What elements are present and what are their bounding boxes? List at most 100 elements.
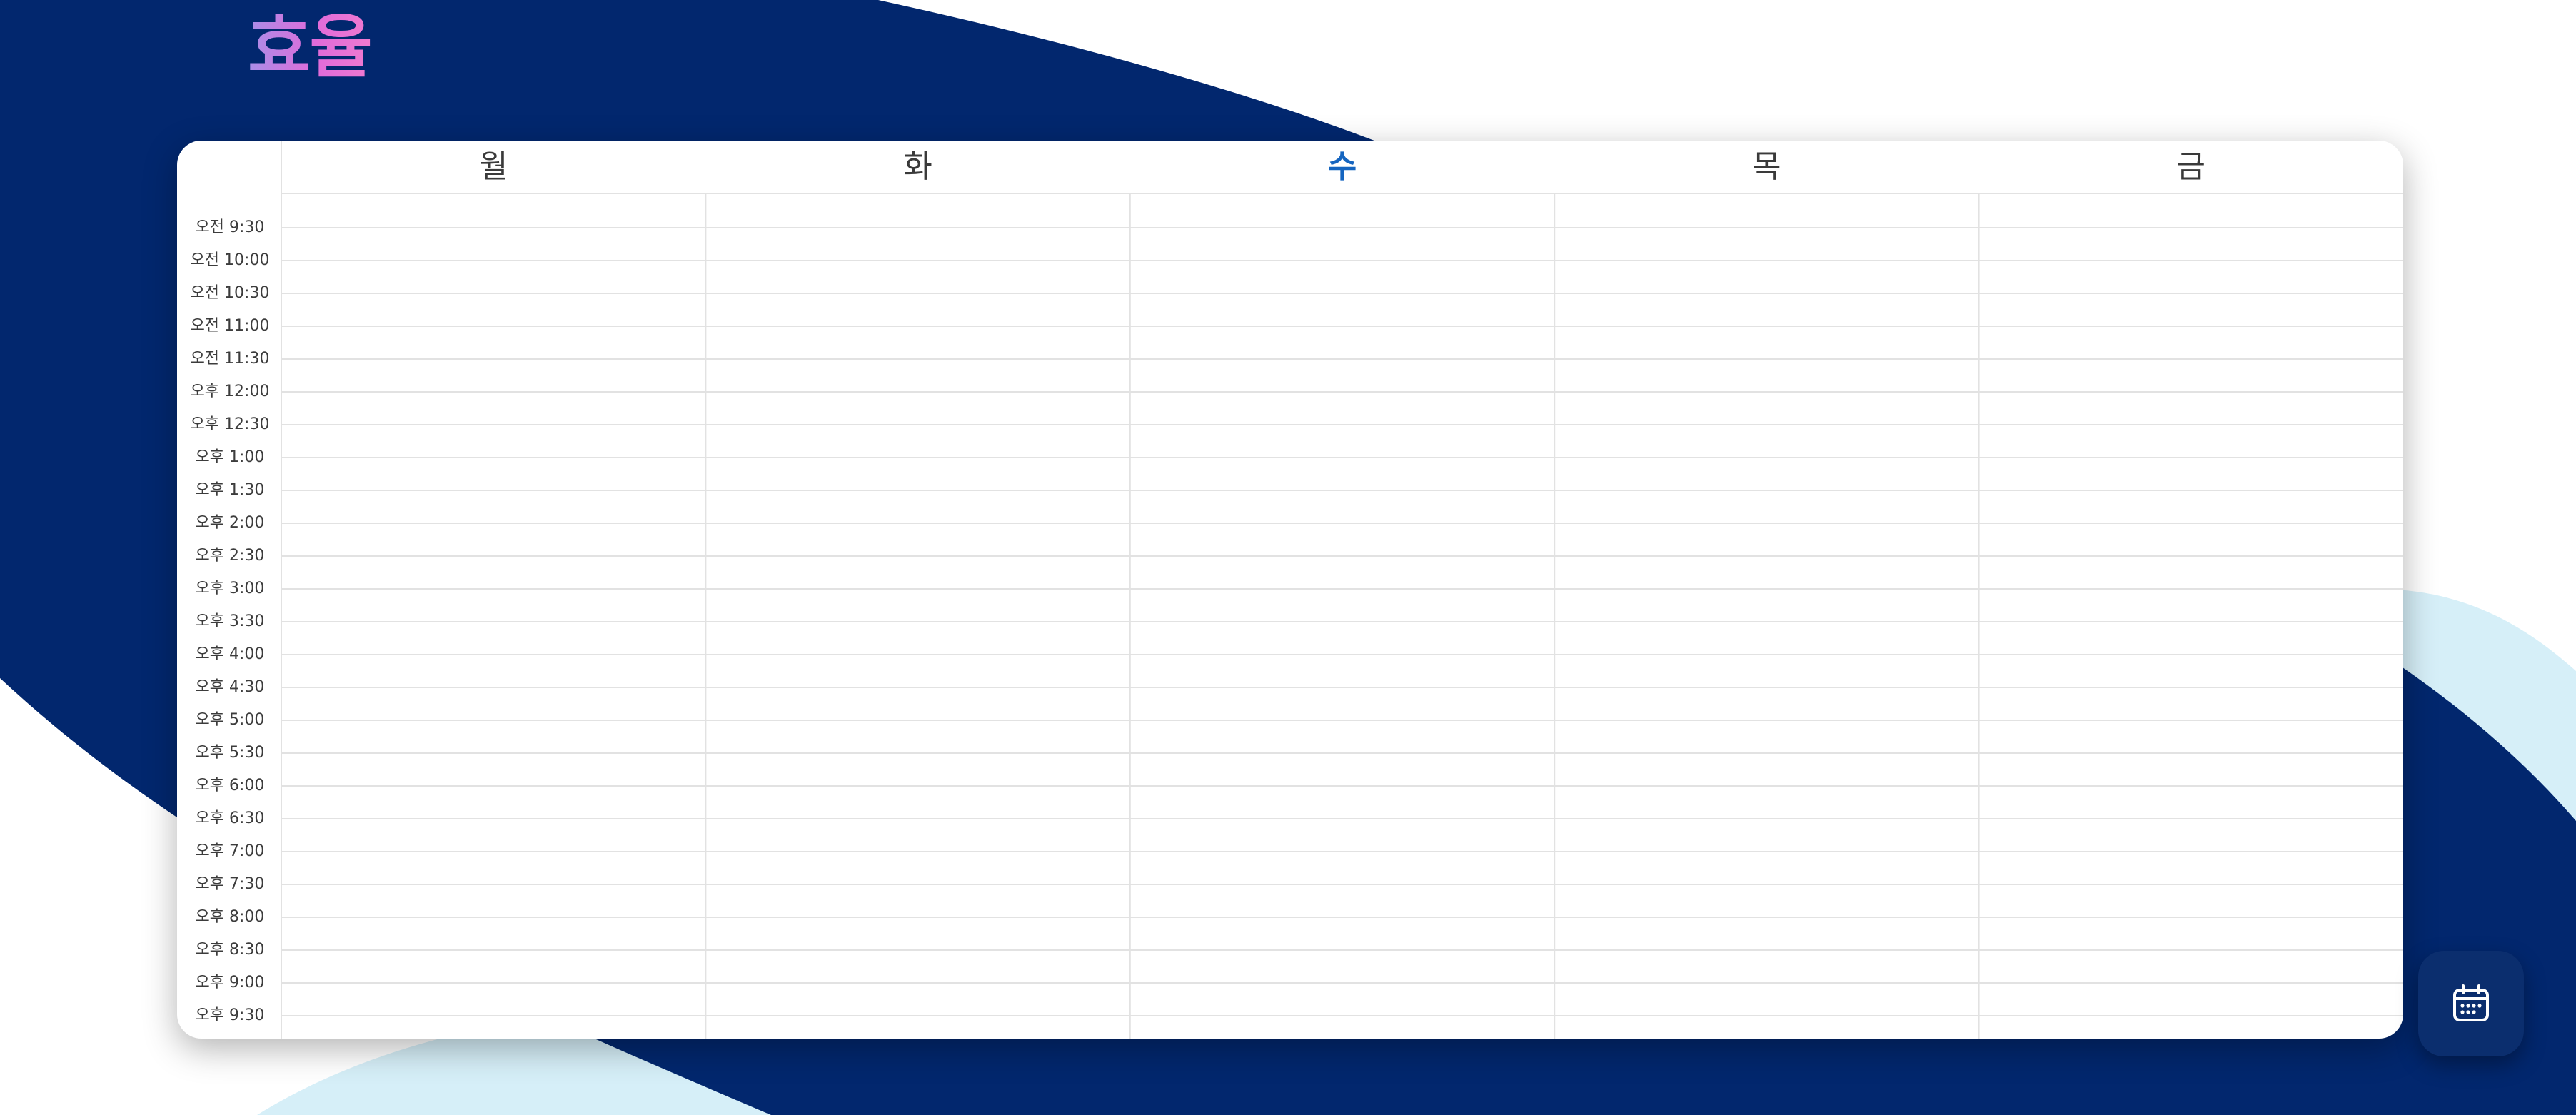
time-slot-cell[interactable]: [705, 786, 1129, 819]
time-slot-cell[interactable]: [705, 655, 1129, 687]
time-slot-cell[interactable]: [1554, 687, 1978, 720]
time-slot-cell[interactable]: [1979, 326, 2403, 359]
time-slot-cell[interactable]: [281, 655, 705, 687]
time-slot-cell[interactable]: [1979, 687, 2403, 720]
time-slot-cell[interactable]: [1979, 228, 2403, 261]
time-slot-cell[interactable]: [281, 819, 705, 852]
time-slot-cell[interactable]: [1554, 786, 1978, 819]
time-slot-cell[interactable]: [281, 950, 705, 983]
time-slot-cell[interactable]: [705, 720, 1129, 753]
time-slot-cell[interactable]: [705, 589, 1129, 622]
time-slot-cell[interactable]: [705, 359, 1129, 392]
time-slot-cell[interactable]: [1979, 622, 2403, 655]
time-slot-cell[interactable]: [281, 556, 705, 589]
time-slot-cell[interactable]: [705, 293, 1129, 326]
time-slot-cell[interactable]: [1979, 490, 2403, 523]
time-slot-cell[interactable]: [705, 228, 1129, 261]
time-slot-cell[interactable]: [1130, 326, 1554, 359]
time-slot-cell[interactable]: [281, 359, 705, 392]
time-slot-cell[interactable]: [705, 1016, 1129, 1039]
time-slot-cell[interactable]: [705, 556, 1129, 589]
time-slot-cell[interactable]: [1130, 458, 1554, 490]
time-slot-cell[interactable]: [705, 523, 1129, 556]
time-slot-cell[interactable]: [1130, 753, 1554, 786]
time-slot-cell[interactable]: [1554, 950, 1978, 983]
time-slot-cell[interactable]: [1130, 983, 1554, 1016]
time-slot-cell[interactable]: [1130, 622, 1554, 655]
time-slot-cell[interactable]: [1554, 852, 1978, 884]
time-slot-cell[interactable]: [281, 1016, 705, 1039]
time-slot-cell[interactable]: [1130, 819, 1554, 852]
time-slot-cell[interactable]: [1979, 983, 2403, 1016]
time-slot-cell[interactable]: [1979, 753, 2403, 786]
time-slot-cell[interactable]: [1979, 786, 2403, 819]
time-slot-cell[interactable]: [1979, 293, 2403, 326]
time-slot-cell[interactable]: [1554, 917, 1978, 950]
time-slot-cell[interactable]: [1979, 720, 2403, 753]
time-slot-cell[interactable]: [705, 950, 1129, 983]
time-slot-cell[interactable]: [1979, 852, 2403, 884]
time-slot-cell[interactable]: [1554, 983, 1978, 1016]
time-slot-cell[interactable]: [1554, 293, 1978, 326]
time-slot-cell[interactable]: [1554, 425, 1978, 458]
time-slot-cell[interactable]: [1554, 589, 1978, 622]
time-slot-cell[interactable]: [1979, 458, 2403, 490]
time-slot-cell[interactable]: [1554, 655, 1978, 687]
time-slot-cell[interactable]: [1979, 261, 2403, 293]
time-slot-cell[interactable]: [1554, 720, 1978, 753]
time-slot-cell[interactable]: [705, 326, 1129, 359]
time-slot-cell[interactable]: [1554, 490, 1978, 523]
time-slot-cell[interactable]: [1130, 556, 1554, 589]
time-slot-cell[interactable]: [1130, 589, 1554, 622]
time-slot-cell[interactable]: [281, 884, 705, 917]
time-slot-cell[interactable]: [281, 293, 705, 326]
time-slot-cell[interactable]: [281, 523, 705, 556]
time-slot-cell[interactable]: [1130, 687, 1554, 720]
time-slot-cell[interactable]: [1554, 228, 1978, 261]
time-slot-cell[interactable]: [1554, 458, 1978, 490]
time-slot-cell[interactable]: [1979, 556, 2403, 589]
time-slot-cell[interactable]: [281, 720, 705, 753]
time-slot-cell[interactable]: [281, 753, 705, 786]
time-slot-cell[interactable]: [1979, 950, 2403, 983]
time-slot-cell[interactable]: [1979, 392, 2403, 425]
time-slot-cell[interactable]: [1554, 1016, 1978, 1039]
time-slot-cell[interactable]: [1554, 884, 1978, 917]
time-slot-cell[interactable]: [705, 983, 1129, 1016]
time-slot-cell[interactable]: [705, 261, 1129, 293]
time-slot-cell[interactable]: [1554, 392, 1978, 425]
time-slot-cell[interactable]: [1554, 359, 1978, 392]
time-slot-cell[interactable]: [1979, 1016, 2403, 1039]
time-slot-cell[interactable]: [281, 261, 705, 293]
time-slot-cell[interactable]: [1979, 655, 2403, 687]
time-slot-cell[interactable]: [1130, 425, 1554, 458]
time-slot-cell[interactable]: [1979, 589, 2403, 622]
time-slot-cell[interactable]: [281, 852, 705, 884]
time-slot-cell[interactable]: [705, 917, 1129, 950]
time-slot-cell[interactable]: [1554, 326, 1978, 359]
time-slot-cell[interactable]: [281, 786, 705, 819]
time-slot-cell[interactable]: [1554, 261, 1978, 293]
time-slot-cell[interactable]: [1130, 293, 1554, 326]
time-slot-cell[interactable]: [1554, 556, 1978, 589]
time-slot-cell[interactable]: [281, 622, 705, 655]
time-slot-cell[interactable]: [705, 425, 1129, 458]
time-slot-cell[interactable]: [1554, 819, 1978, 852]
time-slot-cell[interactable]: [281, 687, 705, 720]
time-slot-cell[interactable]: [281, 425, 705, 458]
calendar-button[interactable]: [2418, 951, 2524, 1056]
time-slot-cell[interactable]: [1554, 753, 1978, 786]
time-slot-cell[interactable]: [281, 392, 705, 425]
time-slot-cell[interactable]: [705, 884, 1129, 917]
time-slot-cell[interactable]: [705, 622, 1129, 655]
time-slot-cell[interactable]: [281, 326, 705, 359]
time-slot-cell[interactable]: [1130, 917, 1554, 950]
time-slot-cell[interactable]: [1979, 917, 2403, 950]
time-slot-cell[interactable]: [1130, 720, 1554, 753]
time-slot-cell[interactable]: [281, 490, 705, 523]
time-slot-cell[interactable]: [1979, 819, 2403, 852]
time-slot-cell[interactable]: [1130, 852, 1554, 884]
time-slot-cell[interactable]: [1130, 884, 1554, 917]
time-slot-cell[interactable]: [1554, 622, 1978, 655]
time-slot-cell[interactable]: [705, 687, 1129, 720]
